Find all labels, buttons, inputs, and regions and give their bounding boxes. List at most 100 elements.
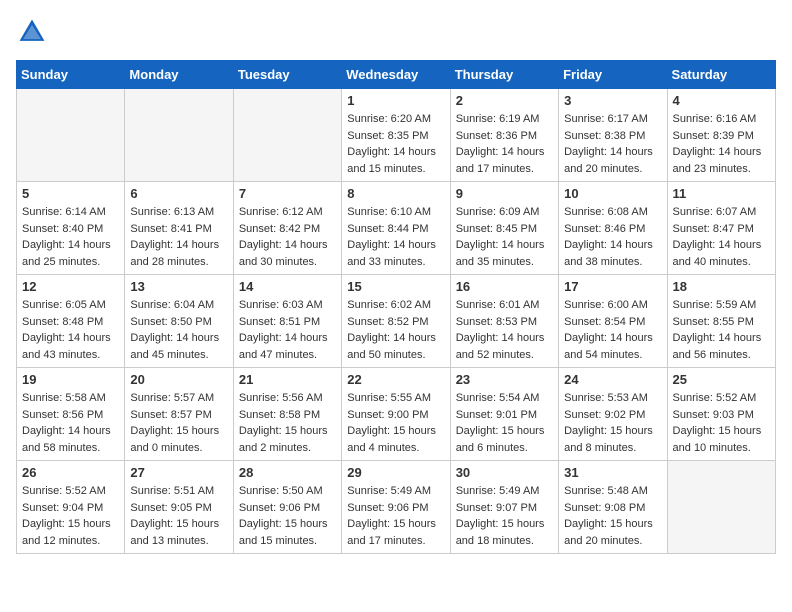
day-info: Sunrise: 5:52 AMSunset: 9:04 PMDaylight:… xyxy=(22,483,119,549)
calendar-cell: 29Sunrise: 5:49 AMSunset: 9:06 PMDayligh… xyxy=(342,461,450,554)
calendar-cell xyxy=(125,89,233,182)
calendar-cell: 2 Sunrise: 6:19 AMSunset: 8:36 PMDaylight… xyxy=(450,89,558,182)
calendar-cell: 5 Sunrise: 6:14 AMSunset: 8:40 PMDaylight… xyxy=(17,182,125,275)
header-sunday: Sunday xyxy=(17,61,125,89)
calendar-cell: 19 Sunrise: 5:58 AMSunset: 8:56 PMDayligh… xyxy=(17,368,125,461)
day-info: Sunrise: 5:57 AMSunset: 8:57 PMDaylight:… xyxy=(130,390,227,456)
calendar-cell: 12 Sunrise: 6:05 AMSunset: 8:48 PMDayligh… xyxy=(17,275,125,368)
day-number: 16 xyxy=(456,279,553,294)
calendar-cell: 13Sunrise: 6:04 AMSunset: 8:50 PMDayligh… xyxy=(125,275,233,368)
day-number: 7 xyxy=(239,186,336,201)
calendar-cell: 28 Sunrise: 5:50 AMSunset: 9:06 PMDayligh… xyxy=(233,461,341,554)
calendar-cell xyxy=(17,89,125,182)
day-number: 15 xyxy=(347,279,444,294)
day-number: 21 xyxy=(239,372,336,387)
day-info: Sunrise: 6:17 AMSunset: 8:38 PMDaylight:… xyxy=(564,111,661,177)
day-info: Sunrise: 6:07 AMSunset: 8:47 PMDaylight:… xyxy=(673,204,770,270)
day-number: 25 xyxy=(673,372,770,387)
week-row-4: 19 Sunrise: 5:58 AMSunset: 8:56 PMDayligh… xyxy=(17,368,776,461)
calendar-cell: 31Sunrise: 5:48 AMSunset: 9:08 PMDayligh… xyxy=(559,461,667,554)
day-number: 22 xyxy=(347,372,444,387)
calendar-cell: 26 Sunrise: 5:52 AMSunset: 9:04 PMDayligh… xyxy=(17,461,125,554)
day-info: Sunrise: 6:12 AMSunset: 8:42 PMDaylight:… xyxy=(239,204,336,270)
calendar-cell: 16 Sunrise: 6:01 AMSunset: 8:53 PMDayligh… xyxy=(450,275,558,368)
day-number: 8 xyxy=(347,186,444,201)
calendar-cell: 11 Sunrise: 6:07 AMSunset: 8:47 PMDayligh… xyxy=(667,182,775,275)
calendar-cell: 9 Sunrise: 6:09 AMSunset: 8:45 PMDaylight… xyxy=(450,182,558,275)
calendar-cell: 21 Sunrise: 5:56 AMSunset: 8:58 PMDayligh… xyxy=(233,368,341,461)
day-info: Sunrise: 6:19 AMSunset: 8:36 PMDaylight:… xyxy=(456,111,553,177)
day-number: 18 xyxy=(673,279,770,294)
day-number: 10 xyxy=(564,186,661,201)
day-info: Sunrise: 5:58 AMSunset: 8:56 PMDaylight:… xyxy=(22,390,119,456)
day-info: Sunrise: 6:08 AMSunset: 8:46 PMDaylight:… xyxy=(564,204,661,270)
page-header xyxy=(16,16,776,48)
calendar-cell: 1Sunrise: 6:20 AMSunset: 8:35 PMDaylight… xyxy=(342,89,450,182)
day-info: Sunrise: 5:53 AMSunset: 9:02 PMDaylight:… xyxy=(564,390,661,456)
day-number: 24 xyxy=(564,372,661,387)
calendar-cell: 30 Sunrise: 5:49 AMSunset: 9:07 PMDayligh… xyxy=(450,461,558,554)
day-number: 30 xyxy=(456,465,553,480)
day-info: Sunrise: 5:55 AMSunset: 9:00 PMDaylight:… xyxy=(347,390,444,456)
day-number: 2 xyxy=(456,93,553,108)
day-info: Sunrise: 6:09 AMSunset: 8:45 PMDaylight:… xyxy=(456,204,553,270)
calendar-table: SundayMondayTuesdayWednesdayThursdayFrid… xyxy=(16,60,776,554)
day-number: 9 xyxy=(456,186,553,201)
calendar-cell: 17Sunrise: 6:00 AMSunset: 8:54 PMDayligh… xyxy=(559,275,667,368)
day-number: 6 xyxy=(130,186,227,201)
day-info: Sunrise: 6:10 AMSunset: 8:44 PMDaylight:… xyxy=(347,204,444,270)
calendar-header-row: SundayMondayTuesdayWednesdayThursdayFrid… xyxy=(17,61,776,89)
day-number: 28 xyxy=(239,465,336,480)
day-info: Sunrise: 5:50 AMSunset: 9:06 PMDaylight:… xyxy=(239,483,336,549)
logo-icon xyxy=(16,16,48,48)
day-info: Sunrise: 6:04 AMSunset: 8:50 PMDaylight:… xyxy=(130,297,227,363)
day-number: 3 xyxy=(564,93,661,108)
day-number: 20 xyxy=(130,372,227,387)
week-row-1: 1Sunrise: 6:20 AMSunset: 8:35 PMDaylight… xyxy=(17,89,776,182)
header-tuesday: Tuesday xyxy=(233,61,341,89)
day-info: Sunrise: 6:01 AMSunset: 8:53 PMDaylight:… xyxy=(456,297,553,363)
calendar-cell: 10 Sunrise: 6:08 AMSunset: 8:46 PMDayligh… xyxy=(559,182,667,275)
header-saturday: Saturday xyxy=(667,61,775,89)
day-number: 11 xyxy=(673,186,770,201)
day-info: Sunrise: 5:49 AMSunset: 9:06 PMDaylight:… xyxy=(347,483,444,549)
calendar-cell: 18 Sunrise: 5:59 AMSunset: 8:55 PMDayligh… xyxy=(667,275,775,368)
day-info: Sunrise: 6:05 AMSunset: 8:48 PMDaylight:… xyxy=(22,297,119,363)
day-info: Sunrise: 5:49 AMSunset: 9:07 PMDaylight:… xyxy=(456,483,553,549)
calendar-cell: 20 Sunrise: 5:57 AMSunset: 8:57 PMDayligh… xyxy=(125,368,233,461)
day-number: 27 xyxy=(130,465,227,480)
day-number: 19 xyxy=(22,372,119,387)
day-info: Sunrise: 5:59 AMSunset: 8:55 PMDaylight:… xyxy=(673,297,770,363)
calendar-cell: 7 Sunrise: 6:12 AMSunset: 8:42 PMDaylight… xyxy=(233,182,341,275)
day-info: Sunrise: 6:14 AMSunset: 8:40 PMDaylight:… xyxy=(22,204,119,270)
day-info: Sunrise: 6:02 AMSunset: 8:52 PMDaylight:… xyxy=(347,297,444,363)
day-number: 26 xyxy=(22,465,119,480)
calendar-cell: 27 Sunrise: 5:51 AMSunset: 9:05 PMDayligh… xyxy=(125,461,233,554)
calendar-cell: 4Sunrise: 6:16 AMSunset: 8:39 PMDaylight… xyxy=(667,89,775,182)
calendar-cell: 23 Sunrise: 5:54 AMSunset: 9:01 PMDayligh… xyxy=(450,368,558,461)
day-number: 5 xyxy=(22,186,119,201)
logo xyxy=(16,16,52,48)
calendar-cell: 8 Sunrise: 6:10 AMSunset: 8:44 PMDaylight… xyxy=(342,182,450,275)
day-info: Sunrise: 5:51 AMSunset: 9:05 PMDaylight:… xyxy=(130,483,227,549)
calendar-cell: 24 Sunrise: 5:53 AMSunset: 9:02 PMDayligh… xyxy=(559,368,667,461)
header-monday: Monday xyxy=(125,61,233,89)
day-number: 1 xyxy=(347,93,444,108)
calendar-cell: 6Sunrise: 6:13 AMSunset: 8:41 PMDaylight… xyxy=(125,182,233,275)
day-info: Sunrise: 5:48 AMSunset: 9:08 PMDaylight:… xyxy=(564,483,661,549)
calendar-cell: 15 Sunrise: 6:02 AMSunset: 8:52 PMDayligh… xyxy=(342,275,450,368)
calendar-cell xyxy=(233,89,341,182)
calendar-cell: 3 Sunrise: 6:17 AMSunset: 8:38 PMDaylight… xyxy=(559,89,667,182)
day-number: 12 xyxy=(22,279,119,294)
calendar-cell: 22 Sunrise: 5:55 AMSunset: 9:00 PMDayligh… xyxy=(342,368,450,461)
day-number: 23 xyxy=(456,372,553,387)
day-number: 14 xyxy=(239,279,336,294)
header-friday: Friday xyxy=(559,61,667,89)
day-info: Sunrise: 5:54 AMSunset: 9:01 PMDaylight:… xyxy=(456,390,553,456)
day-number: 17 xyxy=(564,279,661,294)
day-info: Sunrise: 5:56 AMSunset: 8:58 PMDaylight:… xyxy=(239,390,336,456)
week-row-2: 5 Sunrise: 6:14 AMSunset: 8:40 PMDaylight… xyxy=(17,182,776,275)
header-wednesday: Wednesday xyxy=(342,61,450,89)
calendar-cell: 25Sunrise: 5:52 AMSunset: 9:03 PMDayligh… xyxy=(667,368,775,461)
week-row-5: 26 Sunrise: 5:52 AMSunset: 9:04 PMDayligh… xyxy=(17,461,776,554)
